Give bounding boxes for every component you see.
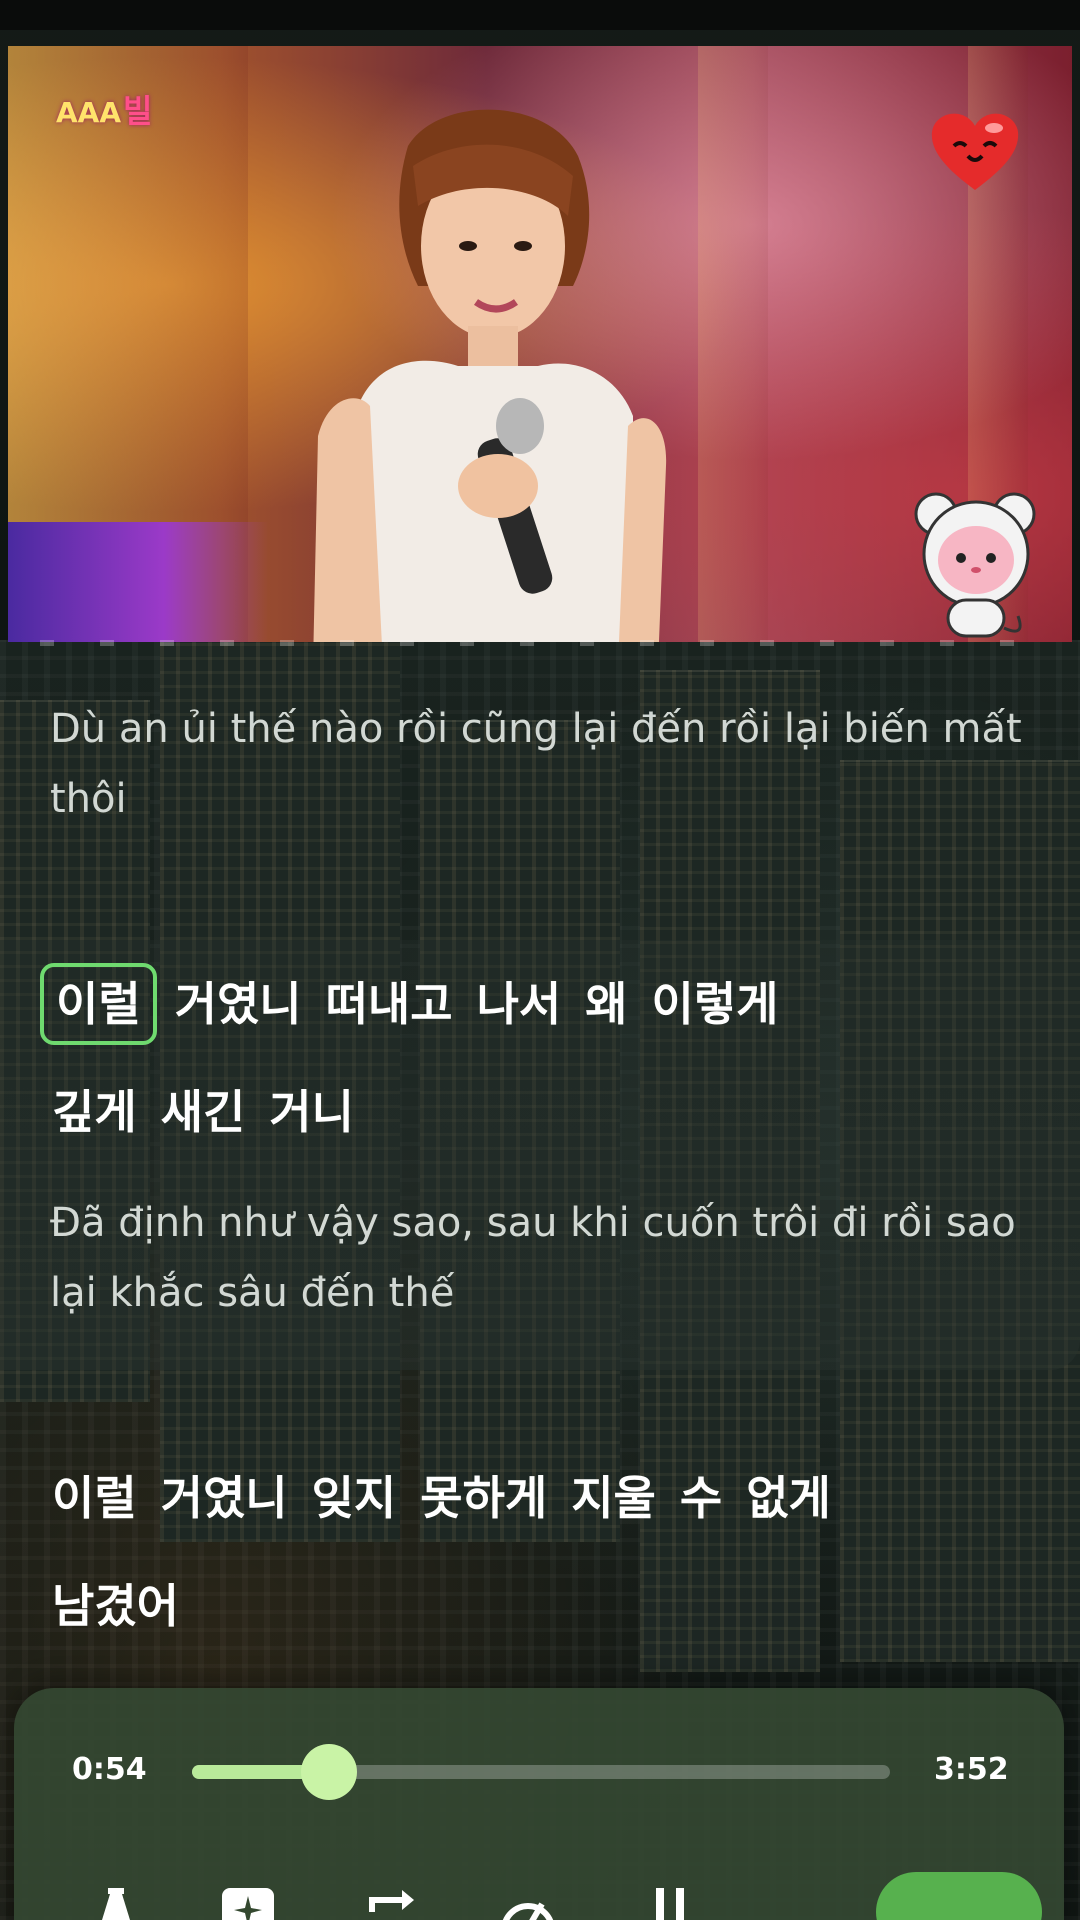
- play-action-button[interactable]: [876, 1872, 1042, 1920]
- total-time: 3:52: [934, 1752, 1009, 1787]
- lyric-word[interactable]: 새긴: [161, 1085, 246, 1139]
- lyric-word[interactable]: 왜: [585, 977, 627, 1031]
- lyric-word[interactable]: 못하게: [420, 1471, 547, 1525]
- lyric-word[interactable]: 이렇게: [652, 977, 779, 1031]
- lyric-word[interactable]: 떠내고: [326, 977, 453, 1031]
- status-bar: [0, 0, 1080, 30]
- lyric-word[interactable]: 수: [680, 1471, 722, 1525]
- speed-icon[interactable]: [498, 1882, 558, 1920]
- channel-logo: AAA빌: [56, 92, 153, 130]
- heart-icon[interactable]: [928, 108, 1022, 194]
- lyric-word[interactable]: 이럴: [52, 1471, 137, 1525]
- lyric-word[interactable]: 지울: [571, 1471, 656, 1525]
- sparkle-icon[interactable]: [218, 1882, 278, 1920]
- lyrics-player-screen: AAA빌 Dù an ủi thế nào rồi cũng lại đến r…: [0, 0, 1080, 1920]
- previous-lyric-edge: [40, 640, 1040, 646]
- lyric-word[interactable]: 거였니: [175, 977, 302, 1031]
- lyric-word[interactable]: 없게: [746, 1471, 831, 1525]
- pause-icon[interactable]: [640, 1882, 700, 1920]
- lyric-korean-next[interactable]: 이럴 거였니 잊지 못하게 지울 수 없게남겼어: [52, 1444, 1052, 1660]
- lyric-word[interactable]: 남겼어: [52, 1579, 179, 1633]
- lyric-word[interactable]: 거였니: [161, 1471, 288, 1525]
- progress-thumb[interactable]: [300, 1744, 357, 1800]
- lyric-word[interactable]: 나서: [477, 977, 562, 1031]
- singer-figure: [313, 109, 667, 642]
- repeat-icon[interactable]: [362, 1882, 422, 1920]
- lyric-word[interactable]: 깊게: [52, 1085, 137, 1139]
- lyric-translation-current: Đã định như vậy sao, sau khi cuốn trôi đ…: [50, 1200, 1016, 1316]
- lyric-korean-current[interactable]: 이럴 거였니 떠내고 나서 왜 이렇게깊게 새긴 거니: [40, 950, 1052, 1166]
- music-video[interactable]: AAA빌: [8, 46, 1072, 642]
- pin-icon[interactable]: [86, 1882, 146, 1920]
- current-time: 0:54: [72, 1752, 147, 1787]
- lyric-active-word[interactable]: 이럴: [40, 963, 157, 1045]
- progress-slider[interactable]: [192, 1744, 890, 1800]
- mascot-icon[interactable]: [914, 488, 1038, 646]
- lyric-translation-previous: Dù an ủi thế nào rồi cũng lại đến rồi lạ…: [50, 706, 1022, 822]
- lyric-word[interactable]: 잊지: [312, 1471, 397, 1525]
- lyric-word[interactable]: 거니: [269, 1085, 354, 1139]
